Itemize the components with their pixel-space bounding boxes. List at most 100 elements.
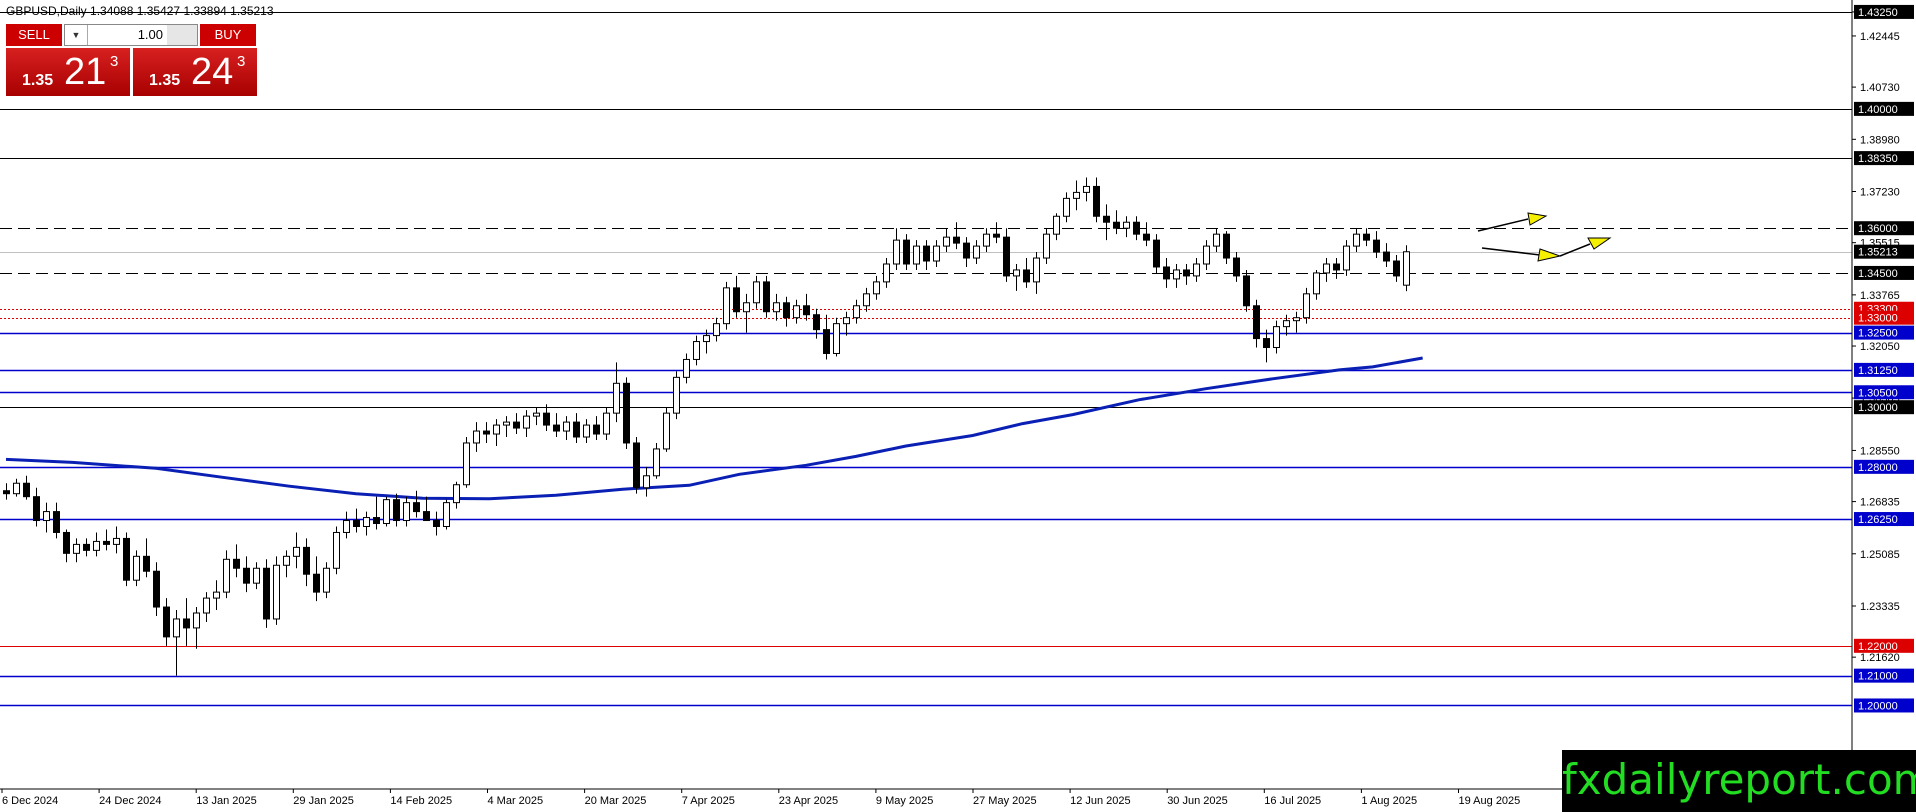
candle-body [453,484,460,504]
candle-body [1133,221,1140,235]
lot-size-value[interactable]: 1.00 [138,25,163,45]
candle-body [1053,215,1060,235]
candle-body [283,555,290,566]
price-tick-label: 1.42445 [1860,31,1900,43]
candle-body [93,540,100,551]
candle-body [1313,272,1320,295]
candle-body [53,511,60,533]
buy-price-button[interactable]: 1.35 24 3 [133,48,257,96]
price-tick-label: 1.28550 [1860,445,1900,457]
candle-body [183,618,190,629]
candle-body [133,555,140,581]
candle-body [553,424,560,432]
candle-body [1033,257,1040,283]
lot-spinner[interactable] [167,25,197,45]
candle-body [1263,338,1270,349]
candle [663,407,670,452]
candle-body [1393,260,1400,277]
candle-body [1403,251,1410,286]
sell-price-prefix: 1.35 [22,72,54,89]
candle-body [793,305,800,319]
level-label-text: 1.36000 [1858,223,1898,235]
candle-body [173,618,180,638]
candle-body [543,412,550,426]
level-label-text: 1.34500 [1858,268,1898,280]
candle-body [43,511,50,522]
candle-body [1103,215,1110,223]
candle-body [273,564,280,620]
candle-body [1153,239,1160,268]
candle-body [823,329,830,354]
candle-body [803,305,810,316]
time-tick-label: 4 Mar 2025 [488,795,544,807]
candle [443,499,450,530]
candle-body [883,263,890,283]
candle-body [983,233,990,247]
price-tick-label: 1.40730 [1860,82,1900,94]
sell-price-button[interactable]: 1.35 21 3 [6,48,130,96]
lot-size-input[interactable]: ▼ 1.00 [64,24,198,46]
candle-body [753,281,760,304]
candle-body [1143,233,1150,241]
level-label: 1.22000 [1854,638,1914,653]
candle-body [703,335,710,343]
candle-body [603,412,610,435]
candle-body [843,317,850,325]
level-label: 1.35213 [1854,244,1914,259]
level-label-text: 1.26250 [1858,514,1898,526]
level-label: 1.21000 [1854,668,1914,683]
candle-body [433,520,440,527]
chevron-down-icon[interactable]: ▼ [65,25,88,45]
candle-body [343,520,350,533]
candle-body [1283,320,1290,328]
candle-body [623,382,630,444]
chart-background [0,0,1916,812]
price-tick-label: 1.25085 [1860,549,1900,561]
candle-body [523,415,530,429]
candle-body [1183,269,1190,277]
candle [463,437,470,488]
candle-body [1113,221,1120,229]
candle-body [873,281,880,295]
candle-body [853,305,860,319]
sell-button[interactable]: SELL [6,24,62,46]
candle [763,275,770,318]
candle-body [1243,275,1250,307]
candle-body [723,287,730,325]
candle-body [413,502,420,513]
buy-button[interactable]: BUY [200,24,256,46]
sell-price-pips: 21 [64,51,107,93]
candle-body [743,302,750,313]
candle-body [1203,245,1210,265]
candle-body [1383,251,1390,262]
candle-body [1063,197,1070,217]
candle [833,317,840,357]
level-label-text: 1.32500 [1858,328,1898,340]
time-tick-label: 12 Jun 2025 [1070,795,1131,807]
candle-body [443,502,450,527]
candle-body [933,245,940,262]
level-label-text: 1.43250 [1858,7,1898,19]
candle-body [653,448,660,477]
candle [633,437,640,494]
level-label: 1.43250 [1854,4,1914,19]
level-label-text: 1.31250 [1858,365,1898,377]
candle-body [323,567,330,593]
candle-body [313,573,320,593]
candle-body [1083,185,1090,193]
candle-body [1373,239,1380,253]
level-label-text: 1.33000 [1858,313,1898,325]
candle [1153,234,1160,273]
buy-price-pips: 24 [191,51,234,93]
candle-body [143,555,150,572]
candle-body [1023,269,1030,283]
time-tick-label: 1 Aug 2025 [1361,795,1417,807]
candle-body [1093,185,1100,217]
candle-body [923,245,930,262]
candle-body [563,421,570,432]
time-tick-label: 29 Jan 2025 [293,795,354,807]
candle-body [1003,236,1010,277]
candle-body [123,537,130,581]
candle-body [1343,245,1350,271]
candle-body [863,293,870,307]
